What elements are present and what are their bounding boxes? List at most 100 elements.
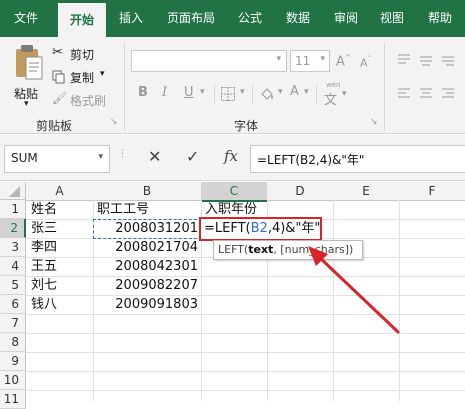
horizontal-align-icons[interactable] <box>396 85 462 103</box>
formula-cell-reference: B2 <box>250 221 268 236</box>
cell-b3[interactable]: 2008021704 <box>95 239 198 257</box>
column-header-b[interactable]: B <box>93 182 202 201</box>
tooltip-current-arg: text <box>248 243 274 256</box>
row-header-9[interactable]: 9 <box>0 352 26 371</box>
font-launcher-icon[interactable]: ↘ <box>370 117 378 127</box>
shrink-font-button[interactable]: Aˇ <box>360 55 372 70</box>
vertical-align-icons[interactable] <box>396 51 462 69</box>
cell-b2[interactable]: 2008031201 <box>95 220 198 238</box>
cell-b4[interactable]: 2008042301 <box>95 258 198 276</box>
tab-data[interactable]: 数据 <box>276 0 320 37</box>
shrink-font-icon: A <box>360 56 368 70</box>
row-header-5[interactable]: 5 <box>0 276 26 295</box>
fill-color-icon[interactable] <box>258 85 276 103</box>
font-color-icon: A <box>290 84 299 99</box>
tab-view[interactable]: 视图 <box>370 0 414 37</box>
tab-file[interactable]: 文件 <box>4 0 48 37</box>
separator <box>252 85 253 103</box>
bold-button[interactable]: B <box>138 85 148 100</box>
paste-dropdown-icon[interactable]: ▾ <box>24 99 29 109</box>
ribbon-home: 粘贴 ▾ ✂ 剪切 复制 ▾ 🖌 格式刷 剪贴板 ↘ ▾ 11 ▾ A^ Aˇ … <box>0 37 465 134</box>
font-color-button[interactable]: A <box>290 84 299 99</box>
copy-button[interactable]: 复制 ▾ <box>52 68 122 86</box>
tab-page-layout[interactable]: 页面布局 <box>158 0 224 37</box>
tab-help[interactable]: 帮助 <box>418 0 462 37</box>
format-painter-label: 格式刷 <box>70 94 107 108</box>
enter-icon[interactable]: ✓ <box>186 147 199 166</box>
font-size-dropdown-icon[interactable]: ▾ <box>320 54 325 64</box>
font-name-select[interactable]: ▾ <box>131 50 287 72</box>
grow-font-button[interactable]: A^ <box>336 53 352 69</box>
cell-b5[interactable]: 2009082207 <box>95 277 198 295</box>
column-header-e[interactable]: E <box>333 182 400 201</box>
font-group-label: 字体 <box>234 119 259 133</box>
tab-formulas[interactable]: 公式 <box>228 0 272 37</box>
row-header-8[interactable]: 8 <box>0 333 26 352</box>
italic-button[interactable]: I <box>162 85 167 100</box>
row-header-3[interactable]: 3 <box>0 238 26 257</box>
formula-part: =LEFT( <box>204 221 251 236</box>
row-header-4[interactable]: 4 <box>0 257 26 276</box>
underline-button[interactable]: U <box>184 85 194 100</box>
cut-button[interactable]: ✂ 剪切 <box>52 45 112 63</box>
font-size-select[interactable]: 11 ▾ <box>290 50 330 72</box>
column-header-a[interactable]: A <box>26 182 94 201</box>
cell-a6[interactable]: 钱八 <box>31 296 57 314</box>
select-all-corner[interactable] <box>0 182 26 200</box>
cell-a1[interactable]: 姓名 <box>31 201 57 219</box>
cell-a4[interactable]: 王五 <box>31 258 57 276</box>
fill-color-dropdown-icon[interactable]: ▾ <box>278 87 283 97</box>
row-header-1[interactable]: 1 <box>0 200 26 219</box>
name-box-value: SUM <box>11 151 38 165</box>
tooltip-function-name: LEFT( <box>218 243 249 256</box>
clipboard-group-label: 剪贴板 <box>36 119 73 133</box>
cell-b6[interactable]: 2009091803 <box>95 296 198 314</box>
row-header-11[interactable]: 11 <box>0 390 26 409</box>
separator <box>316 85 317 103</box>
format-painter-button[interactable]: 🖌 格式刷 <box>52 91 122 109</box>
cell-a2[interactable]: 张三 <box>31 220 57 238</box>
copy-label: 复制 <box>70 71 95 85</box>
name-box-dropdown-icon[interactable]: ▾ <box>98 152 103 162</box>
formula-input[interactable]: =LEFT(B2,4)&"年" <box>250 145 465 173</box>
separator <box>214 85 215 103</box>
font-color-dropdown-icon[interactable]: ▾ <box>304 87 309 97</box>
phonetic-dropdown-icon[interactable]: ▾ <box>342 89 347 99</box>
font-name-dropdown-icon[interactable]: ▾ <box>276 54 281 64</box>
phonetic-guide-button[interactable]: wén 文 ▾ <box>322 81 352 108</box>
cancel-icon[interactable]: ✕ <box>148 147 161 166</box>
phonetic-pinyin: wén <box>326 81 341 89</box>
clipboard-launcher-icon[interactable]: ↘ <box>110 117 118 127</box>
tab-insert[interactable]: 插入 <box>110 0 152 37</box>
column-header-f[interactable]: F <box>399 182 465 201</box>
underline-dropdown-icon[interactable]: ▾ <box>200 87 205 97</box>
column-header-c[interactable]: C <box>201 182 268 202</box>
borders-icon[interactable] <box>220 86 236 102</box>
annotation-arrow-icon <box>308 246 400 334</box>
grow-font-icon: A <box>336 54 345 70</box>
formula-bar-grip-icon: ⋮ <box>118 149 127 159</box>
row-header-10[interactable]: 10 <box>0 371 26 390</box>
active-cell-c2-editor[interactable]: =LEFT(B2,4)&"年" <box>199 217 322 241</box>
tab-review[interactable]: 审阅 <box>324 0 368 37</box>
formula-text: =LEFT(B2,4)&"年" <box>257 153 365 167</box>
cell-a5[interactable]: 刘七 <box>31 277 57 295</box>
paste-icon <box>16 45 43 80</box>
column-header-d[interactable]: D <box>267 182 334 201</box>
tab-home[interactable]: 开始 <box>58 3 106 37</box>
row-header-2[interactable]: 2 <box>0 219 26 238</box>
group-separator <box>384 43 385 131</box>
insert-function-icon[interactable]: fx <box>224 147 238 165</box>
row-header-7[interactable]: 7 <box>0 314 26 333</box>
row-header-6[interactable]: 6 <box>0 295 26 314</box>
font-size-value: 11 <box>295 54 311 68</box>
cell-c2-formula: =LEFT(B2,4)&"年" <box>204 220 320 238</box>
cell-b1[interactable]: 职工工号 <box>97 201 149 219</box>
paste-button[interactable]: 粘贴 ▾ <box>10 43 46 109</box>
borders-dropdown-icon[interactable]: ▾ <box>240 87 245 97</box>
cell-a3[interactable]: 李四 <box>31 239 57 257</box>
worksheet-grid[interactable]: A B C D E F 1 2 3 4 5 6 7 8 9 10 11 姓名 职… <box>0 182 465 409</box>
name-box[interactable]: SUM ▾ <box>4 145 110 173</box>
copy-dropdown-icon[interactable]: ▾ <box>100 69 105 79</box>
ribbon-tab-bar: 文件 开始 插入 页面布局 公式 数据 审阅 视图 帮助 <box>0 0 465 37</box>
